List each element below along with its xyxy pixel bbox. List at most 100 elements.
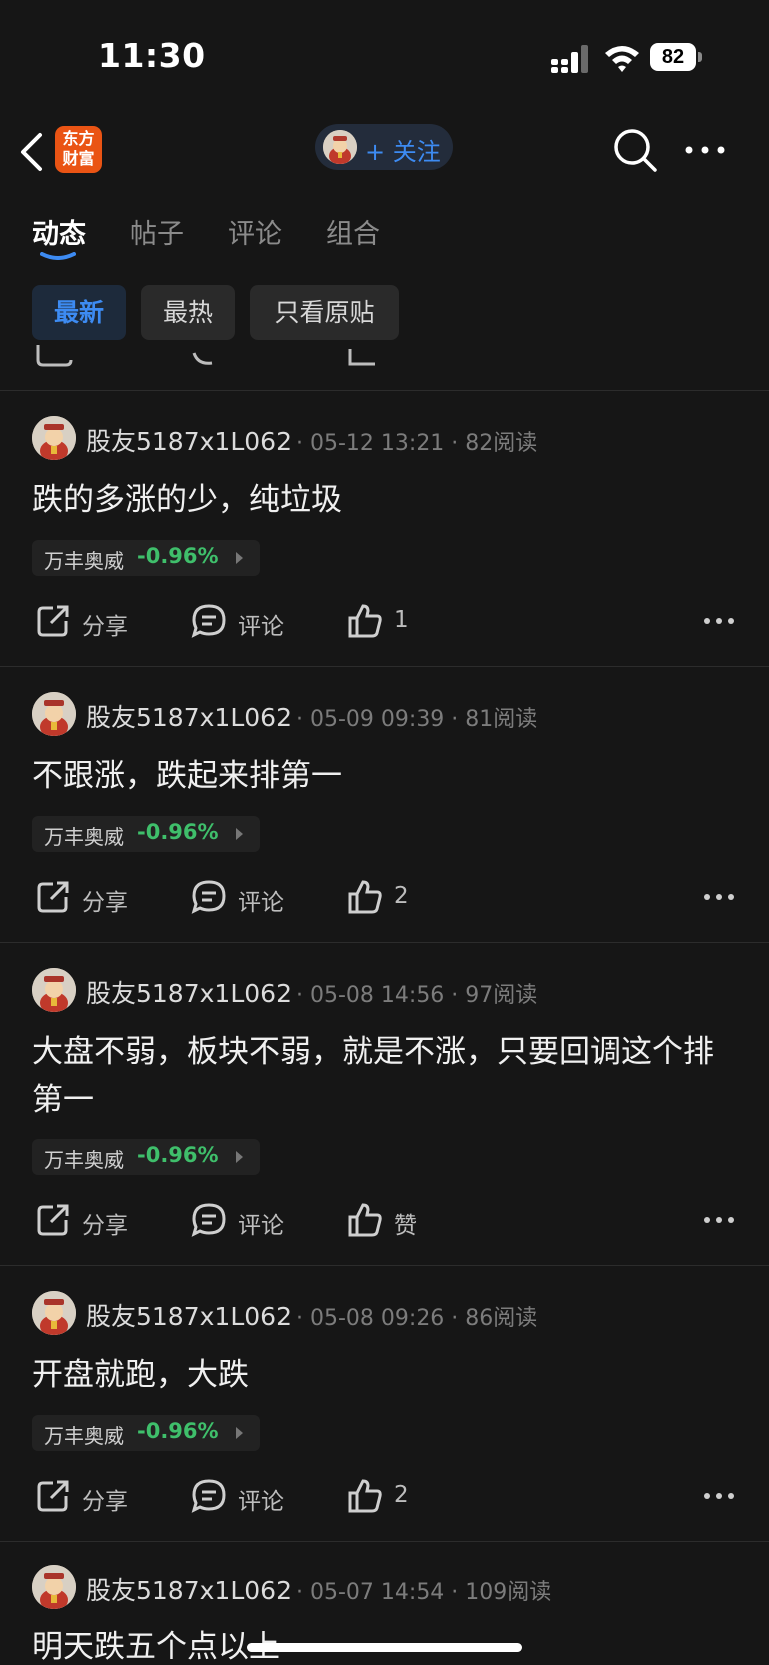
post-meta: · 05-08 14:56 · 97阅读 [296,983,538,1008]
stock-tag[interactable]: 万丰奥威 -0.96% [32,816,260,852]
share-icon[interactable] [35,879,71,915]
caret-right-icon [236,552,243,564]
like-count[interactable]: 2 [394,883,409,909]
active-tab-indicator [40,252,76,260]
battery-indicator: 82 [650,43,702,71]
comment-label[interactable]: 评论 [238,607,284,641]
home-indicator[interactable] [247,1643,522,1652]
stock-tag[interactable]: 万丰奥威 -0.96% [32,1415,260,1451]
caret-right-icon [236,1427,243,1439]
post-author[interactable]: 股友5187x1L062 [86,1571,292,1607]
fortune-god-avatar-icon [32,968,76,1012]
stock-change: -0.96% [137,544,219,568]
battery-tip [698,52,702,62]
stock-change: -0.96% [137,1419,219,1443]
post-meta: · 05-12 13:21 · 82阅读 [296,431,538,456]
stock-name: 万丰奥威 [44,1424,124,1448]
like-label[interactable]: 赞 [394,1206,417,1240]
avatar[interactable] [32,692,76,736]
tab-portfolio[interactable]: 组合 [326,212,380,251]
comment-label[interactable]: 评论 [238,883,284,917]
like-count[interactable]: 2 [394,1482,409,1508]
share-icon[interactable] [35,1478,71,1514]
app-logo[interactable]: 东方 财富 [55,126,102,173]
post-author[interactable]: 股友5187x1L062 [86,422,292,458]
post-content[interactable]: 大盘不弱，板块不弱，就是不涨，只要回调这个排第一 [32,1028,742,1124]
avatar [323,130,357,164]
filter-hottest[interactable]: 最热 [141,285,235,340]
more-horizontal-icon[interactable] [703,617,735,625]
stock-name: 万丰奥威 [44,1148,124,1172]
post-author[interactable]: 股友5187x1L062 [86,1297,292,1333]
more-horizontal-icon[interactable] [684,144,726,156]
stock-name: 万丰奥威 [44,549,124,573]
stock-tag[interactable]: 万丰奥威 -0.96% [32,540,260,576]
post-meta: · 05-09 09:39 · 81阅读 [296,707,538,732]
post-content[interactable]: 开盘就跑，大跌 [32,1351,742,1399]
stock-tag[interactable]: 万丰奥威 -0.96% [32,1139,260,1175]
fortune-god-avatar-icon [32,1565,76,1609]
thumbs-up-icon[interactable] [347,603,383,639]
filter-latest[interactable]: 最新 [32,285,126,340]
post-content[interactable]: 不跟涨，跌起来排第一 [32,752,742,800]
chevron-left-icon[interactable] [18,132,44,172]
comment-icon[interactable] [191,603,227,639]
more-horizontal-icon[interactable] [703,1492,735,1500]
share-icon[interactable] [35,1202,71,1238]
more-horizontal-icon[interactable] [703,893,735,901]
tab-comments[interactable]: 评论 [228,212,282,251]
post-item[interactable]: 股友5187x1L062 · 05-08 09:26 · 86阅读 开盘就跑，大… [0,1265,769,1541]
filter-chips: 最新 最热 只看原贴 [0,285,769,345]
battery-level: 82 [650,43,696,71]
post-item[interactable]: 股友5187x1L062 · 05-12 13:21 · 82阅读 跌的多涨的少… [0,390,769,666]
thumbs-up-icon[interactable] [347,1478,383,1514]
avatar[interactable] [32,1565,76,1609]
follow-button[interactable]: + 关注 [315,124,453,170]
post-author[interactable]: 股友5187x1L062 [86,974,292,1010]
post-content[interactable]: 跌的多涨的少，纯垃圾 [32,476,742,524]
status-time: 11:30 [98,36,206,75]
cellular-signal-icon [551,45,588,73]
status-bar: 11:30 82 [0,0,769,110]
comment-icon[interactable] [191,1202,227,1238]
thumbs-up-icon[interactable] [347,879,383,915]
post-item[interactable]: 股友5187x1L062 · 05-08 14:56 · 97阅读 大盘不弱，板… [0,942,769,1265]
avatar[interactable] [32,968,76,1012]
share-label[interactable]: 分享 [82,883,128,917]
comment-icon[interactable] [191,879,227,915]
post-meta: · 05-08 09:26 · 86阅读 [296,1306,538,1331]
share-label[interactable]: 分享 [82,1482,128,1516]
more-horizontal-icon[interactable] [703,1216,735,1224]
caret-right-icon [236,828,243,840]
post-author[interactable]: 股友5187x1L062 [86,698,292,734]
post-meta: · 05-07 14:54 · 109阅读 [296,1580,552,1605]
share-icon[interactable] [35,603,71,639]
logo-line2: 财富 [62,149,95,168]
avatar[interactable] [32,416,76,460]
stock-change: -0.96% [137,1143,219,1167]
like-count[interactable]: 1 [394,607,409,633]
top-nav: 东方 财富 + 关注 [0,110,769,190]
stock-change: -0.96% [137,820,219,844]
post-actions: 分享 评论 1 [0,601,769,641]
filter-original-only[interactable]: 只看原贴 [250,285,399,340]
tab-dynamic[interactable]: 动态 [32,212,86,251]
avatar[interactable] [32,1291,76,1335]
tab-posts[interactable]: 帖子 [130,212,184,251]
post-actions: 分享 评论 2 [0,877,769,917]
comment-label[interactable]: 评论 [238,1206,284,1240]
search-icon[interactable] [612,127,658,173]
thumbs-up-icon[interactable] [347,1202,383,1238]
share-label[interactable]: 分享 [82,607,128,641]
caret-right-icon [236,1151,243,1163]
partial-action-row [0,345,769,390]
comment-icon[interactable] [191,1478,227,1514]
post-actions: 分享 评论 2 [0,1476,769,1516]
fortune-god-avatar-icon [32,416,76,460]
follow-label: + 关注 [365,138,441,166]
comment-label[interactable]: 评论 [238,1482,284,1516]
fortune-god-avatar-icon [32,1291,76,1335]
post-item[interactable]: 股友5187x1L062 · 05-09 09:39 · 81阅读 不跟涨，跌起… [0,666,769,942]
share-label[interactable]: 分享 [82,1206,128,1240]
logo-line1: 东方 [62,129,95,148]
